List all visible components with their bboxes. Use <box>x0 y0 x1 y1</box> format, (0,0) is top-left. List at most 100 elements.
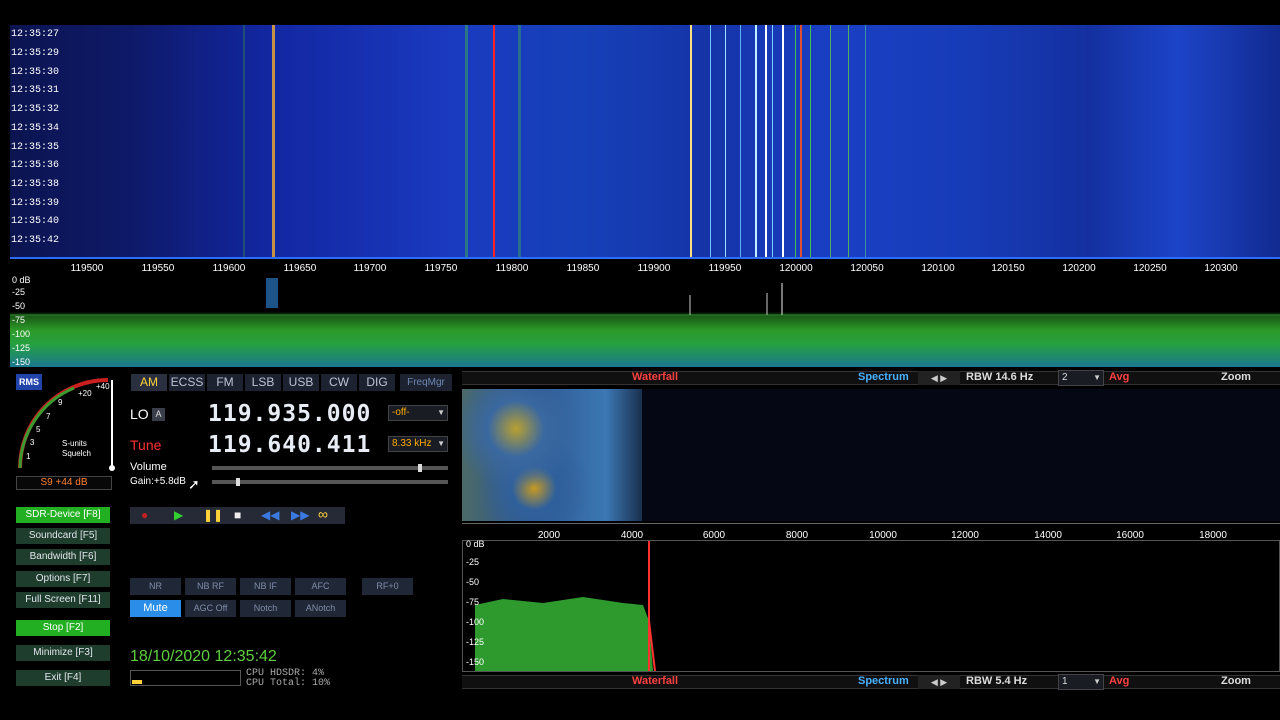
freq-label: 119950 <box>708 263 742 274</box>
loop-icon[interactable]: ∞ <box>318 506 328 522</box>
smeter-scale: +40 <box>96 382 110 391</box>
waterfall-timestamp: 12:35:27 <box>11 29 60 40</box>
bottom-spectrum-label[interactable]: Spectrum <box>858 675 909 687</box>
mode-dig-button[interactable]: DIG <box>359 374 395 391</box>
rf-spectrum[interactable]: 0 dB -25 -50 -75 -100 -125 -150 <box>10 275 1280 367</box>
volume-label: Volume <box>130 461 167 473</box>
tune-frequency-display[interactable]: 119.640.411 <box>208 432 371 458</box>
af-db-label: -125 <box>466 637 485 647</box>
bottom-avg-dropdown[interactable]: 1 <box>1058 674 1104 690</box>
zoom-label[interactable]: Zoom <box>1221 371 1251 383</box>
mouse-cursor-icon: ➚ <box>188 476 200 492</box>
mode-am-button[interactable]: AM <box>131 374 167 391</box>
af-spectrum-label[interactable]: Spectrum <box>858 371 909 383</box>
full-screen-button[interactable]: Full Screen [F11] <box>16 592 110 608</box>
freq-label: 119800 <box>495 263 529 274</box>
freq-label: 120100 <box>921 263 955 274</box>
squelch-caption: Squelch <box>62 449 91 458</box>
af-db-label: -50 <box>466 577 480 587</box>
mode-lsb-button[interactable]: LSB <box>245 374 281 391</box>
bandwidth-button[interactable]: Bandwidth [F6] <box>16 549 110 565</box>
lo-a-tag[interactable]: A <box>152 408 165 421</box>
anotch-button[interactable]: ANotch <box>295 600 346 617</box>
stop-button[interactable]: Stop [F2] <box>16 620 110 636</box>
mode-usb-button[interactable]: USB <box>283 374 319 391</box>
exit-button[interactable]: Exit [F4] <box>16 670 110 686</box>
avg-dropdown[interactable]: 2 <box>1058 370 1104 386</box>
options-button[interactable]: Options [F7] <box>16 571 110 587</box>
volume-slider[interactable] <box>212 464 448 472</box>
cpu-meter <box>130 670 241 686</box>
af-waterfall-label[interactable]: Waterfall <box>632 371 678 383</box>
waterfall-timestamp: 12:35:38 <box>11 179 60 190</box>
mute-button[interactable]: Mute <box>130 600 181 617</box>
lo-frequency-display[interactable]: 119.935.000 <box>208 401 371 427</box>
nb-if-button[interactable]: NB IF <box>240 578 291 595</box>
freq-label: 120250 <box>1133 263 1167 274</box>
smeter-scale: +20 <box>78 389 92 398</box>
lo-label: LO <box>130 406 149 422</box>
mode-ecss-button[interactable]: ECSS <box>169 374 205 391</box>
freq-label: 119850 <box>566 263 600 274</box>
bottom-rbw-label: RBW 5.4 Hz <box>966 675 1028 687</box>
bottom-rbw-arrows-icon[interactable]: ◀ ▶ <box>918 675 960 689</box>
agc-off-button[interactable]: AGC Off <box>185 600 236 617</box>
af-db-label: -25 <box>466 557 480 567</box>
waterfall-timestamp: 12:35:42 <box>11 235 60 246</box>
soundcard-button[interactable]: Soundcard [F5] <box>16 528 110 544</box>
stop-icon[interactable]: ■ <box>234 508 241 522</box>
pause-icon[interactable]: ❚❚ <box>203 508 223 522</box>
freq-label: 119750 <box>424 263 458 274</box>
spectrum-db-label: -125 <box>12 343 31 353</box>
lo-offset-dropdown[interactable]: -off- <box>388 405 448 421</box>
freq-label: 119900 <box>637 263 671 274</box>
smeter-scale: 1 <box>26 452 31 461</box>
waterfall-timestamp: 12:35:31 <box>11 85 60 96</box>
mode-cw-button[interactable]: CW <box>321 374 357 391</box>
smeter-scale: 3 <box>30 438 35 447</box>
smeter-caption: S-units <box>62 439 87 448</box>
rewind-icon[interactable]: ◀◀ <box>261 508 279 522</box>
nb-rf-button[interactable]: NB RF <box>185 578 236 595</box>
notch-button[interactable]: Notch <box>240 600 291 617</box>
waterfall-timestamp: 12:35:36 <box>11 160 60 171</box>
spectrum-peaks <box>10 278 1280 316</box>
waterfall-timestamp: 12:35:29 <box>11 48 60 59</box>
spectrum-db-label: -75 <box>12 315 26 325</box>
freq-manager-button[interactable]: FreqMgr <box>400 374 452 391</box>
bottom-waterfall-label[interactable]: Waterfall <box>632 675 678 687</box>
frequency-axis[interactable]: 119500 119550 119600 119650 119700 11975… <box>10 257 1280 275</box>
rbw-arrows-icon[interactable]: ◀ ▶ <box>918 371 960 385</box>
af-spectrum[interactable]: 0 dB -25 -50 -75 -100 -125 -150 <box>462 539 1280 672</box>
nr-button[interactable]: NR <box>130 578 181 595</box>
af-waterfall[interactable] <box>462 389 1280 521</box>
tune-step-dropdown[interactable]: 8.33 kHz <box>388 436 448 452</box>
gain-label: Gain:+5.8dB <box>130 476 186 487</box>
fast-forward-icon[interactable]: ▶▶ <box>291 508 309 522</box>
avg-label: Avg <box>1109 371 1130 383</box>
tune-label: Tune <box>130 437 162 453</box>
record-icon[interactable]: ● <box>141 508 148 522</box>
play-icon[interactable]: ▶ <box>174 508 183 522</box>
rf-gain-button[interactable]: RF+0 <box>362 578 413 595</box>
rf-waterfall[interactable]: 12:35:27 12:35:29 12:35:30 12:35:31 12:3… <box>10 25 1280 257</box>
gain-slider[interactable] <box>212 478 448 486</box>
waterfall-timestamp: 12:35:34 <box>11 123 60 134</box>
rbw-label: RBW 14.6 Hz <box>966 371 1034 383</box>
af-frequency-axis: 2000 4000 6000 8000 10000 12000 14000 16… <box>462 523 1280 541</box>
waterfall-timestamp: 12:35:32 <box>11 104 60 115</box>
sdr-device-button[interactable]: SDR-Device [F8] <box>16 507 110 523</box>
waterfall-timestamp: 12:35:39 <box>11 198 60 209</box>
cpu-total: CPU Total: 10% <box>246 678 331 689</box>
bottom-zoom-label[interactable]: Zoom <box>1221 675 1251 687</box>
freq-label: 119650 <box>283 263 317 274</box>
spectrum-db-label: 0 dB <box>12 275 31 285</box>
smeter-reading: S9 +44 dB <box>16 476 112 490</box>
minimize-button[interactable]: Minimize [F3] <box>16 645 110 661</box>
mode-fm-button[interactable]: FM <box>207 374 243 391</box>
afc-button[interactable]: AFC <box>295 578 346 595</box>
spectrum-db-label: -25 <box>12 287 26 297</box>
spectrum-db-label: -50 <box>12 301 26 311</box>
bottom-avg-label: Avg <box>1109 675 1130 687</box>
freq-label: 119500 <box>70 263 104 274</box>
